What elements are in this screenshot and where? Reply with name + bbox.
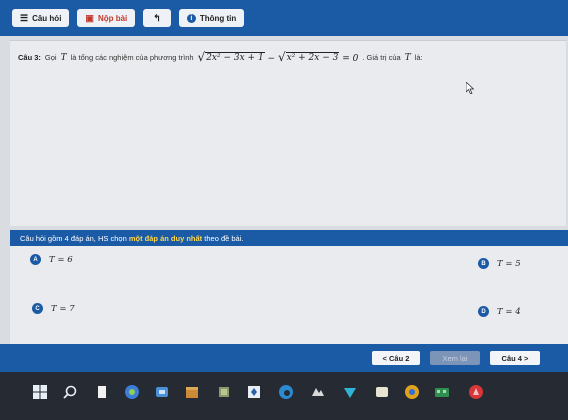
app-icon-1[interactable] [124, 384, 140, 400]
app-icon-7[interactable] [342, 384, 358, 400]
instruction-after: theo đề bài. [204, 233, 244, 243]
chrome-icon[interactable] [404, 384, 420, 400]
start-icon[interactable] [32, 384, 48, 400]
minus-sign: − [264, 54, 278, 64]
undo-icon: ↰ [153, 12, 161, 23]
edge-browser-icon[interactable] [278, 384, 294, 400]
answer-c-label: C [32, 303, 43, 314]
info-label: Thông tin [199, 13, 237, 23]
info-icon: i [186, 13, 196, 23]
app-icon-8[interactable] [374, 384, 390, 400]
question-middle: là tổng các nghiệm của phương trình [70, 53, 194, 62]
answers-panel: A T = 6 B T = 5 C T = 7 D T = 4 [10, 246, 568, 344]
document-icon: ▣ [85, 12, 94, 23]
answer-d-value: T = 4 [497, 306, 521, 317]
question-text: Câu 3: Gọi T là tổng các nghiệm của phươ… [18, 51, 558, 64]
app-icon-10[interactable] [468, 384, 484, 400]
questions-button[interactable]: ☰ Câu hỏi [12, 9, 70, 27]
mouse-pointer-icon [466, 82, 474, 94]
app-icon-3[interactable] [184, 384, 200, 400]
answer-a-value: T = 6 [49, 254, 73, 265]
list-icon: ☰ [20, 12, 29, 23]
question-prefix: Gọi [44, 53, 57, 62]
questions-label: Câu hỏi [32, 13, 62, 23]
top-toolbar: ☰ Câu hỏi ▣ Nộp bài ↰ i Thông tin [0, 0, 568, 36]
submit-button[interactable]: ▣ Nộp bài [77, 9, 136, 27]
instruction-highlight: một đáp án duy nhất [128, 233, 203, 243]
app-icon-6[interactable] [310, 384, 326, 400]
question-suffix: . Giá trị của [362, 53, 401, 62]
radicand-1: 2x² − 3x + 1 [205, 52, 265, 63]
instruction-before: Câu hỏi gồm 4 đáp án, HS chọn [20, 233, 127, 243]
undo-button[interactable]: ↰ [143, 9, 171, 27]
answer-b-label: B [478, 258, 489, 269]
answer-c-value: T = 7 [51, 303, 75, 314]
app-icon-2[interactable] [154, 384, 170, 400]
app-icon-5[interactable] [246, 384, 262, 400]
variable-t-2: T [404, 52, 411, 63]
prev-question-button[interactable]: < Câu 2 [372, 351, 420, 365]
answer-d[interactable]: D T = 4 [478, 306, 521, 317]
info-button[interactable]: i Thông tin [178, 9, 245, 27]
answer-b[interactable]: B T = 5 [478, 258, 521, 269]
app-icon-9[interactable] [434, 384, 450, 400]
variable-t: T [60, 52, 67, 63]
submit-label: Nộp bài [97, 13, 128, 23]
quiz-screen: ☰ Câu hỏi ▣ Nộp bài ↰ i Thông tin Câu 3:… [0, 0, 568, 372]
radicand-2: x² + 2x − 3 [285, 52, 340, 63]
equation: √ 2x² − 3x + 1 − √ x² + 2x − 3 = 0 [197, 50, 359, 64]
os-taskbar [0, 372, 568, 420]
instruction-bar: Câu hỏi gồm 4 đáp án, HS chọn một đáp án… [10, 230, 568, 246]
review-button[interactable]: Xem lại [430, 351, 480, 365]
answer-a-label: A [30, 254, 41, 265]
answer-d-label: D [478, 306, 489, 317]
task-view-icon[interactable] [94, 384, 110, 400]
equals-zero: = 0 [339, 54, 359, 64]
next-question-button[interactable]: Câu 4 > [490, 351, 540, 365]
answer-b-value: T = 5 [497, 258, 521, 269]
question-navigation: < Câu 2 Xem lại Câu 4 > [0, 344, 568, 372]
app-icon-4[interactable] [216, 384, 232, 400]
answer-c[interactable]: C T = 7 [32, 303, 75, 314]
question-end: là: [414, 53, 423, 62]
question-panel: Câu 3: Gọi T là tổng các nghiệm của phươ… [10, 40, 566, 226]
answer-a[interactable]: A T = 6 [30, 254, 73, 265]
search-icon[interactable] [62, 384, 78, 400]
question-number: Câu 3: [18, 53, 41, 62]
